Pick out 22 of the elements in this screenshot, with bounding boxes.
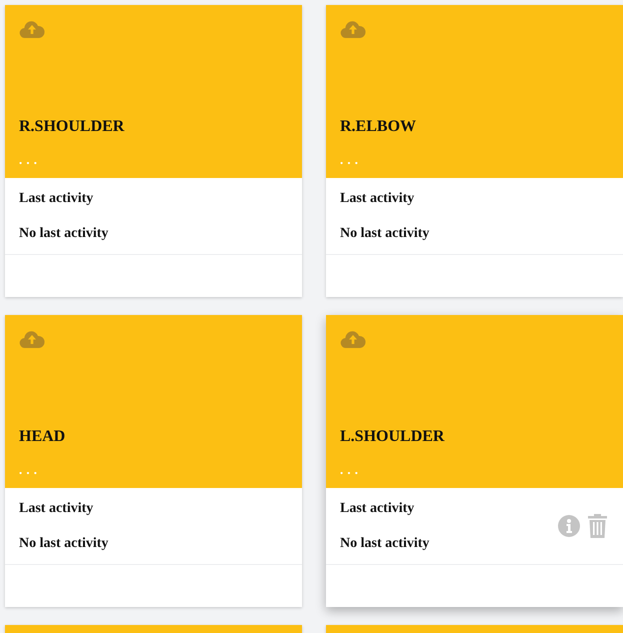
card[interactable]: R.ELBOW • • • Last activity No last activity <box>326 5 623 297</box>
activity-label: Last activity <box>340 500 416 516</box>
cloud-upload-icon[interactable] <box>19 19 45 39</box>
card-title: R.SHOULDER <box>19 118 126 136</box>
card-title: R.ELBOW <box>340 118 418 136</box>
activity-value: No last activity <box>19 536 110 552</box>
cloud-upload-icon[interactable] <box>340 19 366 39</box>
activity-label: Last activity <box>19 190 94 206</box>
activity-label: Last activity <box>340 190 416 206</box>
cloud-upload-icon[interactable] <box>19 329 45 349</box>
activity-value: No last activity <box>340 536 430 552</box>
activity-value: No last activity <box>340 226 430 242</box>
card-title: HEAD <box>19 428 66 446</box>
card[interactable]: R.SHOULDER • • • Last activity No last activity <box>5 5 302 297</box>
card-title: L.SHOULDER <box>340 428 446 446</box>
cloud-upload-icon[interactable] <box>340 329 366 349</box>
card[interactable]: HEAD • • • Last activity No last activity <box>5 315 302 607</box>
trash-icon[interactable] <box>588 514 607 538</box>
info-icon[interactable] <box>558 515 580 537</box>
activity-label: Last activity <box>19 500 94 516</box>
activity-value: No last activity <box>19 226 110 242</box>
card[interactable]: L.SHOULDER • • • Last activity No last activity <box>326 315 623 607</box>
